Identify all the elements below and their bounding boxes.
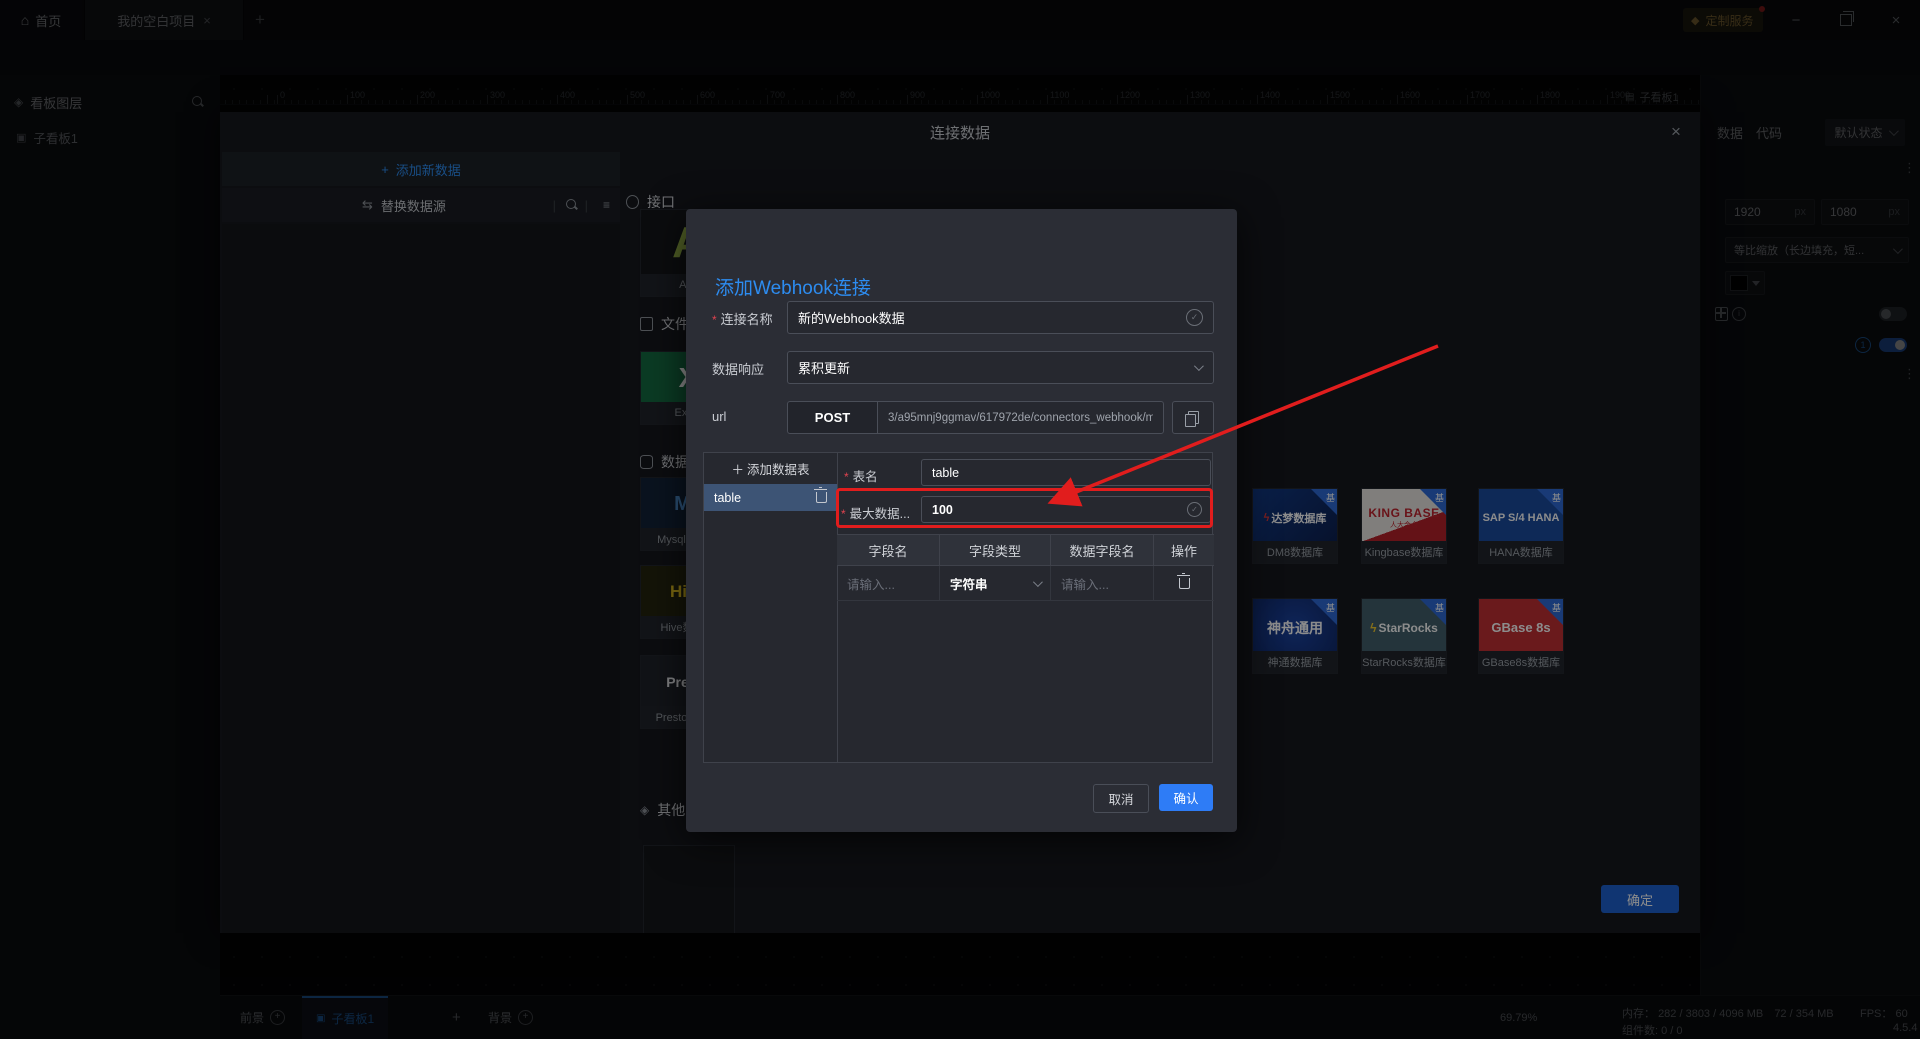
chevron-down-icon [1033, 577, 1043, 587]
table-list-item-selected[interactable]: table [704, 484, 837, 511]
copy-icon [1188, 411, 1199, 424]
col-data-field-name: 数据字段名 [1051, 535, 1154, 565]
row-actions [1154, 566, 1214, 600]
http-method-value: POST [815, 410, 850, 425]
chevron-down-icon [1194, 361, 1204, 371]
field-type-value: 字符串 [950, 574, 988, 593]
http-method-box: POST [787, 401, 878, 434]
connection-name-value: 新的Webhook数据 [798, 308, 905, 327]
response-label: 数据响应 [712, 359, 764, 378]
col-field-name: 字段名 [837, 535, 940, 565]
col-field-type: 字段类型 [940, 535, 1051, 565]
table-name-value: table [932, 466, 959, 480]
table-item-label: table [714, 491, 741, 505]
add-table-button[interactable]: ＋添加数据表 [704, 453, 837, 485]
dialog-title: 添加Webhook连接 [715, 273, 871, 300]
data-response-select[interactable]: 累积更新 [787, 351, 1214, 384]
data-response-value: 累积更新 [798, 358, 850, 377]
copy-url-button[interactable] [1172, 401, 1214, 434]
webhook-url-box[interactable]: 3/a95mnj9ggmav/617972de/connectors_webho… [877, 401, 1164, 434]
valid-check-icon: ✓ [1186, 309, 1203, 326]
dialog-cancel-button[interactable]: 取消 [1093, 784, 1149, 813]
table-name-label: 表名 [844, 466, 878, 485]
field-type-select[interactable]: 字符串 [940, 566, 1051, 600]
plus-icon: ＋ [731, 459, 744, 478]
dialog-confirm-button[interactable]: 确认 [1159, 784, 1213, 811]
delete-table-icon[interactable] [816, 492, 827, 503]
delete-row-icon[interactable] [1179, 578, 1190, 589]
field-table-row: 请输入... 字符串 请输入... [837, 566, 1214, 601]
table-name-input[interactable]: table [921, 459, 1211, 486]
name-label: 连接名称 [712, 309, 773, 328]
add-table-label: 添加数据表 [747, 459, 810, 478]
webhook-url-value: 3/a95mnj9ggmav/617972de/connectors_webho… [888, 412, 1153, 424]
app-window: ⌂ 首页 我的空白项目 × + ◆ 定制服务 − × 项目 数据 操作 [0, 0, 1920, 1039]
connection-name-input[interactable]: 新的Webhook数据 ✓ [787, 301, 1214, 334]
annotation-highlight-box [836, 488, 1213, 528]
col-actions: 操作 [1154, 535, 1214, 565]
field-name-input[interactable]: 请输入... [837, 566, 940, 600]
field-table-header: 字段名 字段类型 数据字段名 操作 [837, 534, 1214, 566]
url-label: url [712, 409, 726, 424]
table-list-panel: ＋添加数据表 table [704, 453, 838, 762]
data-field-input[interactable]: 请输入... [1051, 566, 1154, 600]
